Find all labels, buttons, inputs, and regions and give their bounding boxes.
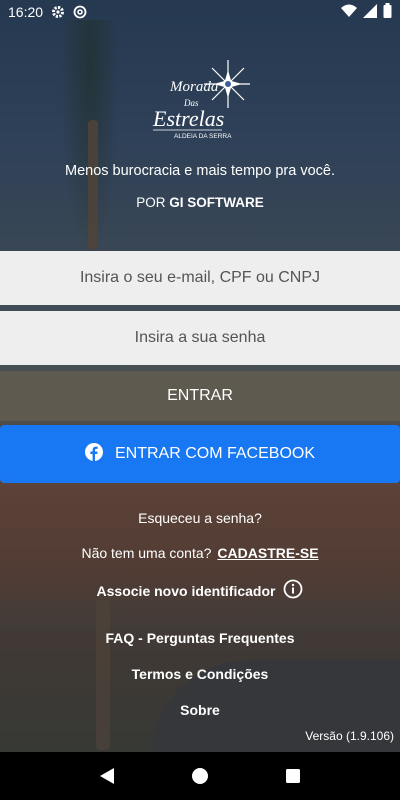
byline-brand: GI SOFTWARE bbox=[169, 195, 264, 210]
version-label: Versão (1.9.106) bbox=[305, 729, 394, 743]
byline: POR GI SOFTWARE bbox=[0, 195, 400, 210]
recents-icon[interactable] bbox=[283, 766, 303, 786]
forgot-password-link[interactable]: Esqueceu a senha? bbox=[0, 510, 400, 526]
no-account-text: Não tem uma conta? bbox=[81, 545, 212, 561]
faq-link[interactable]: FAQ - Perguntas Frequentes bbox=[0, 630, 400, 646]
wifi-icon bbox=[341, 4, 357, 21]
no-account-row: Não tem uma conta? CADASTRE-SE bbox=[0, 545, 400, 561]
email-input[interactable] bbox=[0, 251, 400, 305]
back-icon[interactable] bbox=[97, 766, 117, 786]
associate-identifier-link[interactable]: Associe novo identificador bbox=[0, 579, 400, 602]
home-icon[interactable] bbox=[190, 766, 210, 786]
at-sign-icon bbox=[73, 5, 87, 19]
info-icon[interactable] bbox=[283, 579, 303, 602]
terms-link[interactable]: Termos e Condições bbox=[0, 666, 400, 682]
facebook-button-label: ENTRAR COM FACEBOOK bbox=[114, 445, 316, 462]
status-bar: 16:20 bbox=[0, 0, 400, 24]
logo-line4: ALDEIA DA SERRA bbox=[174, 133, 232, 140]
about-link[interactable]: Sobre bbox=[0, 702, 400, 718]
navigation-bar bbox=[0, 752, 400, 800]
enter-button-label: ENTRAR bbox=[167, 387, 233, 404]
status-time: 16:20 bbox=[8, 4, 44, 20]
byline-prefix: POR bbox=[136, 195, 166, 210]
logo-line1: Morada bbox=[169, 79, 218, 95]
facebook-icon bbox=[84, 442, 103, 466]
associate-label: Associe novo identificador bbox=[96, 582, 276, 599]
gear-icon bbox=[51, 5, 65, 19]
signal-icon bbox=[363, 3, 377, 21]
logo-line3: Estrelas bbox=[152, 106, 224, 131]
facebook-login-button[interactable]: ENTRAR COM FACEBOOK bbox=[0, 425, 400, 483]
app-logo: Morada Das Estrelas ALDEIA DA SERRA bbox=[150, 56, 250, 146]
battery-icon bbox=[383, 3, 392, 21]
register-link[interactable]: CADASTRE-SE bbox=[217, 545, 318, 561]
tagline: Menos burocracia e mais tempo pra você. bbox=[65, 163, 335, 179]
password-input[interactable] bbox=[0, 311, 400, 365]
enter-button[interactable]: ENTRAR bbox=[0, 371, 400, 421]
